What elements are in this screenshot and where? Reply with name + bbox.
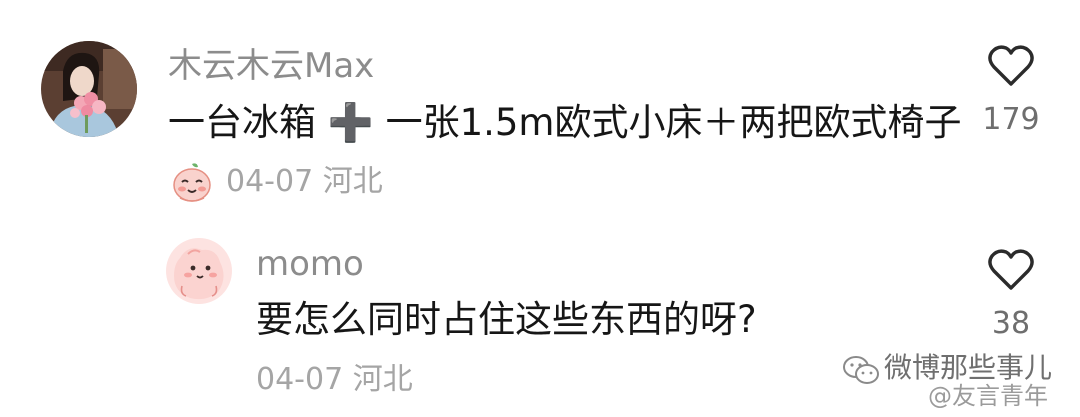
- like-button[interactable]: 38: [981, 248, 1041, 342]
- watermark-handle: @友言青年: [928, 382, 1048, 410]
- comment-text: 要怎么同时占住这些东西的呀?: [256, 298, 757, 341]
- like-button[interactable]: 179: [981, 44, 1041, 138]
- username[interactable]: 木云木云Max: [168, 46, 374, 86]
- watermark-account-name: 微博那些事儿: [884, 351, 1053, 384]
- comment-item: 木云木云Max 一台冰箱 ➕ 一张1.5m欧式小床＋两把欧式椅子 04-07 河…: [0, 0, 1080, 210]
- peach-sticker-icon: [170, 160, 214, 204]
- heart-icon: [981, 248, 1041, 292]
- avatar[interactable]: [166, 238, 232, 304]
- like-count: 38: [991, 306, 1031, 341]
- heart-icon: [981, 44, 1041, 88]
- user-photo-avatar: [41, 41, 137, 137]
- comment-date-location: 04-07 河北: [226, 164, 383, 199]
- like-count: 179: [982, 102, 1040, 137]
- username[interactable]: momo: [256, 244, 364, 284]
- comment-text: 一台冰箱 ➕ 一张1.5m欧式小床＋两把欧式椅子: [168, 101, 962, 144]
- watermark: 微博那些事儿 @友言青年: [828, 352, 1072, 410]
- comment-date-location: 04-07 河北: [256, 362, 413, 397]
- avatar[interactable]: [41, 41, 137, 137]
- peach-avatar-icon: [166, 238, 232, 304]
- wechat-icon: [842, 354, 880, 390]
